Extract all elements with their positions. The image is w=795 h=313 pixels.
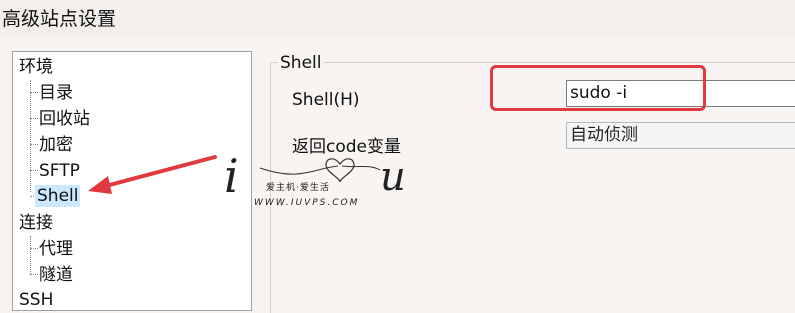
tree-connector: [30, 236, 31, 274]
svg-text:u: u: [380, 154, 406, 200]
tree-connector: [30, 118, 38, 119]
return-code-select[interactable]: 自动侦测: [566, 122, 795, 149]
watermark-text-url: WWW.IUVPS.COM: [254, 198, 360, 208]
tree-node-ssh[interactable]: SSH: [19, 289, 53, 311]
shell-group-title: Shell: [278, 53, 324, 73]
svg-text:i: i: [224, 149, 239, 203]
tree-connector: [30, 80, 31, 192]
highlight-box: [490, 65, 706, 111]
tree-item-proxy[interactable]: 代理: [39, 238, 73, 260]
watermark: i u 爱主机·爱生活 WWW.IUVPS.COM: [220, 148, 420, 218]
tree-item-recycle-bin[interactable]: 回收站: [39, 108, 90, 130]
arrow-annotation-icon: [88, 155, 217, 194]
tree-item-directory[interactable]: 目录: [39, 82, 73, 104]
shell-label: Shell(H): [292, 90, 360, 110]
tree-connector: [30, 248, 38, 249]
window-title: 高级站点设置: [2, 8, 117, 30]
tree-connector: [30, 274, 38, 275]
tree-connector: [30, 170, 38, 171]
tree-connector: [30, 144, 38, 145]
tree-item-encryption[interactable]: 加密: [39, 134, 73, 156]
tree-connector: [30, 92, 38, 93]
tree-node-connection[interactable]: 连接: [19, 212, 53, 234]
tree-item-shell[interactable]: Shell: [35, 185, 81, 207]
tree-node-environment[interactable]: 环境: [19, 56, 53, 78]
title-bar: 高级站点设置: [0, 0, 795, 36]
tree-item-sftp[interactable]: SFTP: [39, 160, 80, 182]
tree-item-tunnel[interactable]: 隧道: [39, 264, 73, 286]
watermark-text-cn: 爱主机·爱生活: [266, 183, 330, 193]
